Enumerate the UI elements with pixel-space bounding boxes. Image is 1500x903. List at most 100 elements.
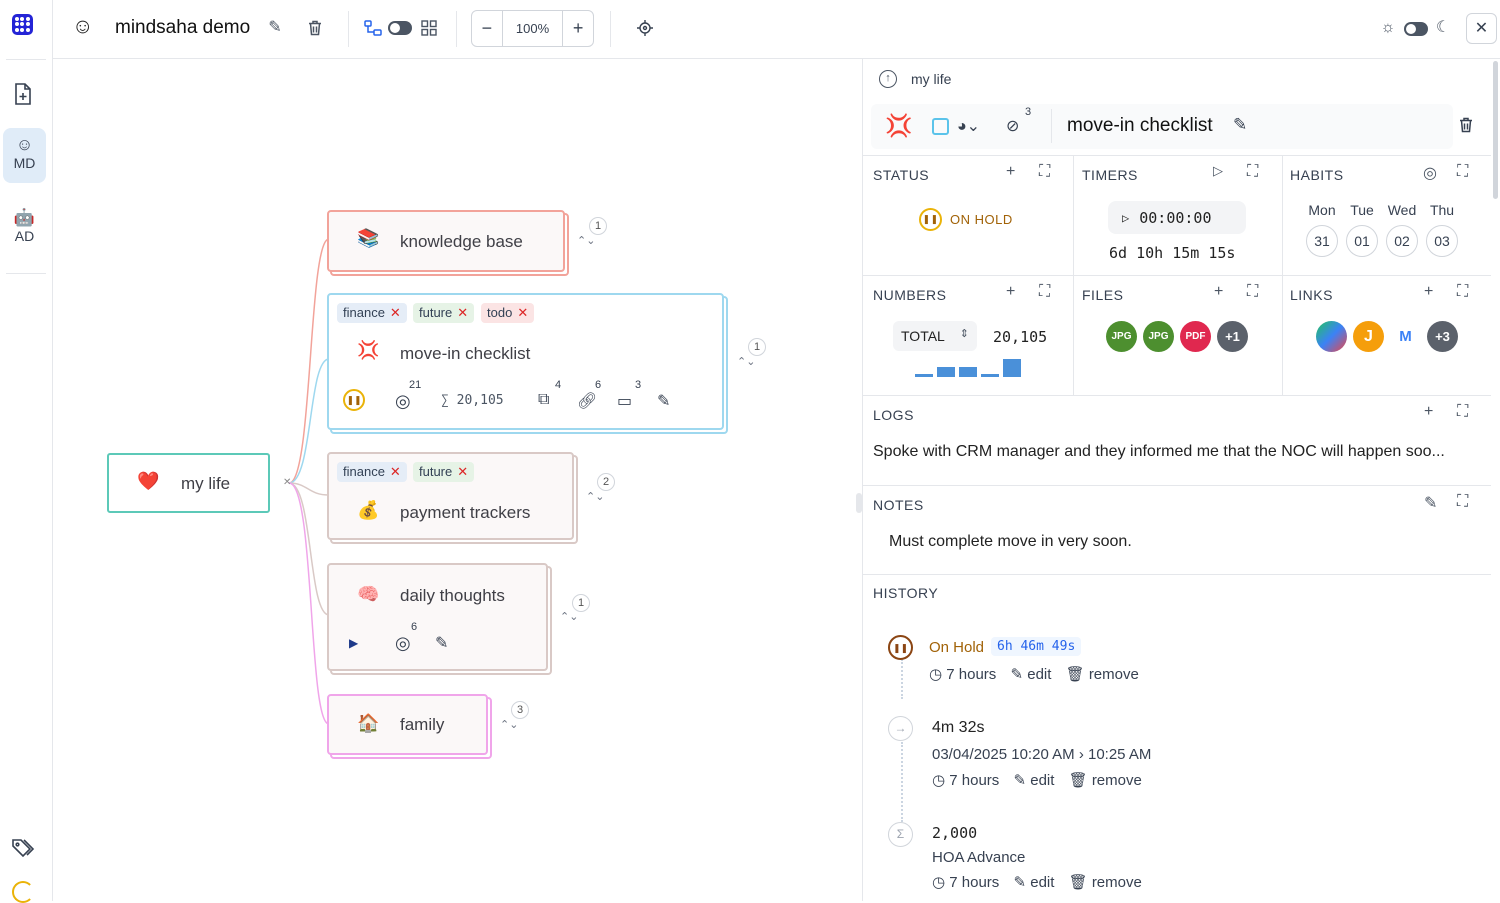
remove-tag-icon[interactable]: ✕ (390, 464, 401, 479)
theme-toggle[interactable] (1404, 22, 1428, 36)
tag-future[interactable]: future ✕ (413, 303, 475, 323)
add-icon[interactable]: + (1214, 283, 1223, 301)
tag-future[interactable]: future ✕ (413, 462, 475, 482)
workspace-ad[interactable]: 🤖 AD (3, 201, 46, 256)
expand-icon[interactable]: ⛶ (1039, 283, 1050, 301)
file-jpg-icon[interactable]: JPG (1106, 321, 1137, 352)
collapse-icon[interactable]: ⌃⌄ (577, 234, 595, 247)
light-mode-icon[interactable]: ☼ (1376, 16, 1400, 40)
remove-tag-icon[interactable]: ✕ (457, 305, 468, 320)
link-j-icon[interactable]: J (1353, 321, 1384, 352)
mindmap-canvas[interactable]: ❤️ my life ✕ 📚 knowledge base ⌃⌄ 1 finan… (53, 59, 862, 901)
tag-finance[interactable]: finance ✕ (337, 303, 407, 323)
collapse-icon[interactable]: ⌃⌄ (586, 490, 604, 503)
node-knowledge-base[interactable]: 📚 knowledge base (327, 210, 569, 276)
pause-status-icon[interactable]: ❚❚ (343, 389, 365, 411)
tag-todo[interactable]: todo ✕ (481, 303, 535, 323)
history-edit-link[interactable]: edit (1030, 874, 1054, 891)
link-m-icon[interactable]: M (1390, 321, 1421, 352)
remove-tag-icon[interactable]: ✕ (517, 305, 528, 320)
add-icon[interactable]: + (1006, 163, 1015, 181)
history-remove-link[interactable]: remove (1092, 874, 1142, 891)
new-document-icon[interactable] (12, 82, 34, 106)
grid-view-icon[interactable] (417, 16, 441, 40)
collapse-icon[interactable]: ⌃⌄ (560, 610, 578, 623)
aggregate-select[interactable]: TOTAL ⇕ (893, 321, 977, 351)
collapse-icon[interactable]: ⌃⌄ (500, 718, 518, 731)
tag-finance[interactable]: finance ✕ (337, 462, 407, 482)
progress-ring-icon[interactable] (12, 881, 34, 903)
node-payment-trackers[interactable]: finance ✕ future ✕ 💰 payment trackers (327, 452, 578, 544)
color-swatch[interactable] (932, 118, 949, 135)
expand-icon[interactable]: ⛶ (1247, 163, 1258, 181)
history-edit-link[interactable]: edit (1027, 666, 1051, 683)
start-timer-button[interactable]: ▷ 00:00:00 (1108, 201, 1246, 234)
breadcrumb[interactable]: my life (911, 71, 951, 87)
habit-date[interactable]: 31 (1306, 225, 1338, 257)
links-icon[interactable]: 🔗︎ (577, 391, 597, 411)
more-links-badge[interactable]: +3 (1427, 321, 1458, 352)
scrollbar[interactable] (1493, 61, 1498, 199)
view-toggle[interactable] (388, 21, 412, 35)
palette-icon[interactable]: ◕⌄ (957, 116, 980, 136)
expand-icon[interactable]: ⛶ (1457, 403, 1468, 421)
file-pdf-icon[interactable]: PDF (1180, 321, 1211, 352)
zoom-level[interactable]: 100% (503, 11, 563, 46)
expand-icon[interactable]: ⛶ (1247, 283, 1258, 301)
zoom-in-button[interactable]: + (562, 11, 593, 46)
tags-icon[interactable]: ⊘ (1006, 116, 1019, 136)
expand-icon[interactable]: ⛶ (1039, 163, 1050, 181)
anger-emoji-icon[interactable]: 💢 (885, 113, 912, 139)
history-edit-link[interactable]: edit (1030, 772, 1054, 789)
more-files-badge[interactable]: +1 (1217, 321, 1248, 352)
edit-title-icon[interactable]: ✎ (1233, 115, 1247, 135)
notes-edit-icon[interactable]: ✎ (657, 391, 670, 411)
history-remove-link[interactable]: remove (1092, 772, 1142, 789)
play-icon[interactable]: ▷ (1213, 163, 1223, 179)
file-jpg-icon[interactable]: JPG (1143, 321, 1174, 352)
workspace-md[interactable]: ☺ MD (3, 128, 46, 183)
notes-edit-icon[interactable]: ✎ (435, 633, 448, 653)
habits-target-icon[interactable]: ◎ (395, 391, 411, 412)
root-node[interactable]: ❤️ my life (107, 453, 270, 513)
logs-icon[interactable]: ▭ (617, 391, 632, 411)
expand-icon[interactable]: ⛶ (1457, 493, 1468, 511)
remove-tag-icon[interactable]: ✕ (457, 464, 468, 479)
edit-title-icon[interactable]: ✎ (263, 16, 287, 40)
add-icon[interactable]: + (1424, 403, 1433, 421)
target-icon[interactable]: ◎ (1423, 163, 1437, 183)
notes-text[interactable]: Must complete move in very soon. (889, 533, 1132, 551)
history-remove-link[interactable]: remove (1089, 666, 1139, 683)
tags-icon[interactable] (11, 837, 35, 859)
node-title[interactable]: move-in checklist (1067, 115, 1213, 137)
latest-log-text[interactable]: Spoke with CRM manager and they informed… (873, 443, 1481, 461)
zoom-out-button[interactable]: − (472, 11, 503, 46)
habit-date[interactable]: 01 (1346, 225, 1378, 257)
delete-node-icon[interactable] (1459, 117, 1473, 138)
add-icon[interactable]: + (1424, 283, 1433, 301)
close-icon[interactable]: ✕ (1466, 13, 1497, 44)
expand-icon[interactable]: ⛶ (1457, 163, 1468, 181)
habit-date[interactable]: 03 (1426, 225, 1458, 257)
node-family[interactable]: 🏠 family (327, 694, 492, 759)
collapse-icon[interactable]: ✕ (283, 477, 291, 488)
files-icon[interactable]: ⧉ (538, 391, 549, 409)
add-icon[interactable]: + (1006, 283, 1015, 301)
remove-tag-icon[interactable]: ✕ (390, 305, 401, 320)
expand-icon[interactable]: ⛶ (1457, 283, 1468, 301)
link-chart-icon[interactable] (1316, 321, 1347, 352)
app-logo-icon[interactable] (12, 14, 33, 35)
habits-target-icon[interactable]: ◎ (395, 633, 411, 654)
mindmap-view-icon[interactable] (361, 16, 385, 40)
center-focus-icon[interactable] (633, 16, 657, 40)
dark-mode-icon[interactable]: ☾ (1431, 16, 1455, 40)
go-to-parent-icon[interactable]: ↑ (879, 70, 897, 88)
delete-map-icon[interactable] (303, 16, 327, 40)
node-daily-thoughts[interactable]: 🧠 daily thoughts ▶ ◎ 6 ✎ (327, 563, 552, 675)
habit-date[interactable]: 02 (1386, 225, 1418, 257)
status-on-hold[interactable]: ❚❚ ON HOLD (919, 208, 1013, 231)
play-timer-icon[interactable]: ▶ (349, 636, 358, 650)
edit-notes-icon[interactable]: ✎ (1424, 493, 1437, 513)
node-move-in-checklist[interactable]: finance ✕ future ✕ todo ✕ 💢 move-in checkli… (327, 293, 728, 434)
collapse-icon[interactable]: ⌃⌄ (737, 355, 755, 368)
